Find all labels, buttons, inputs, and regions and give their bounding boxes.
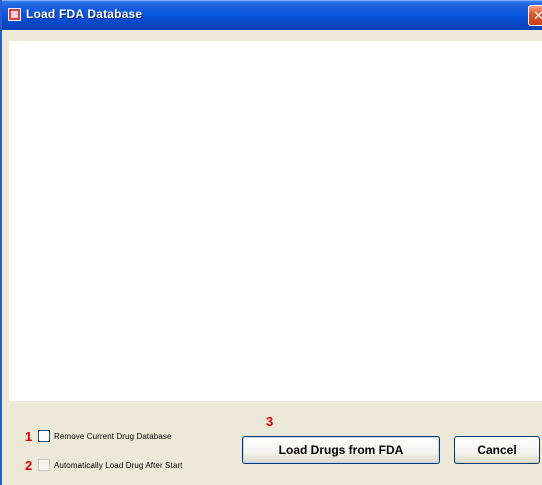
remove-database-checkbox[interactable] bbox=[38, 430, 50, 442]
window-title: Load FDA Database bbox=[26, 7, 143, 21]
annotation-marker-3: 3 bbox=[266, 414, 274, 429]
load-fda-dialog: Load FDA Database ✕ 1 Remove Current Dru… bbox=[0, 0, 542, 485]
auto-load-option[interactable]: Automatically Load Drug After Start bbox=[38, 459, 182, 471]
load-drugs-button[interactable]: Load Drugs from FDA bbox=[242, 436, 440, 464]
close-button[interactable]: ✕ bbox=[528, 5, 542, 26]
cancel-button[interactable]: Cancel bbox=[454, 436, 540, 464]
annotation-marker-2: 2 bbox=[25, 458, 33, 473]
bottom-panel: 1 Remove Current Drug Database 2 Automat… bbox=[2, 401, 542, 485]
auto-load-checkbox[interactable] bbox=[38, 459, 50, 471]
auto-load-label: Automatically Load Drug After Start bbox=[54, 460, 183, 470]
remove-database-option[interactable]: Remove Current Drug Database bbox=[38, 430, 172, 442]
title-bar[interactable]: Load FDA Database ✕ bbox=[2, 0, 542, 30]
remove-database-label: Remove Current Drug Database bbox=[54, 431, 172, 441]
log-output-area bbox=[9, 41, 542, 401]
annotation-marker-1: 1 bbox=[25, 429, 33, 444]
app-window-icon bbox=[8, 8, 21, 21]
